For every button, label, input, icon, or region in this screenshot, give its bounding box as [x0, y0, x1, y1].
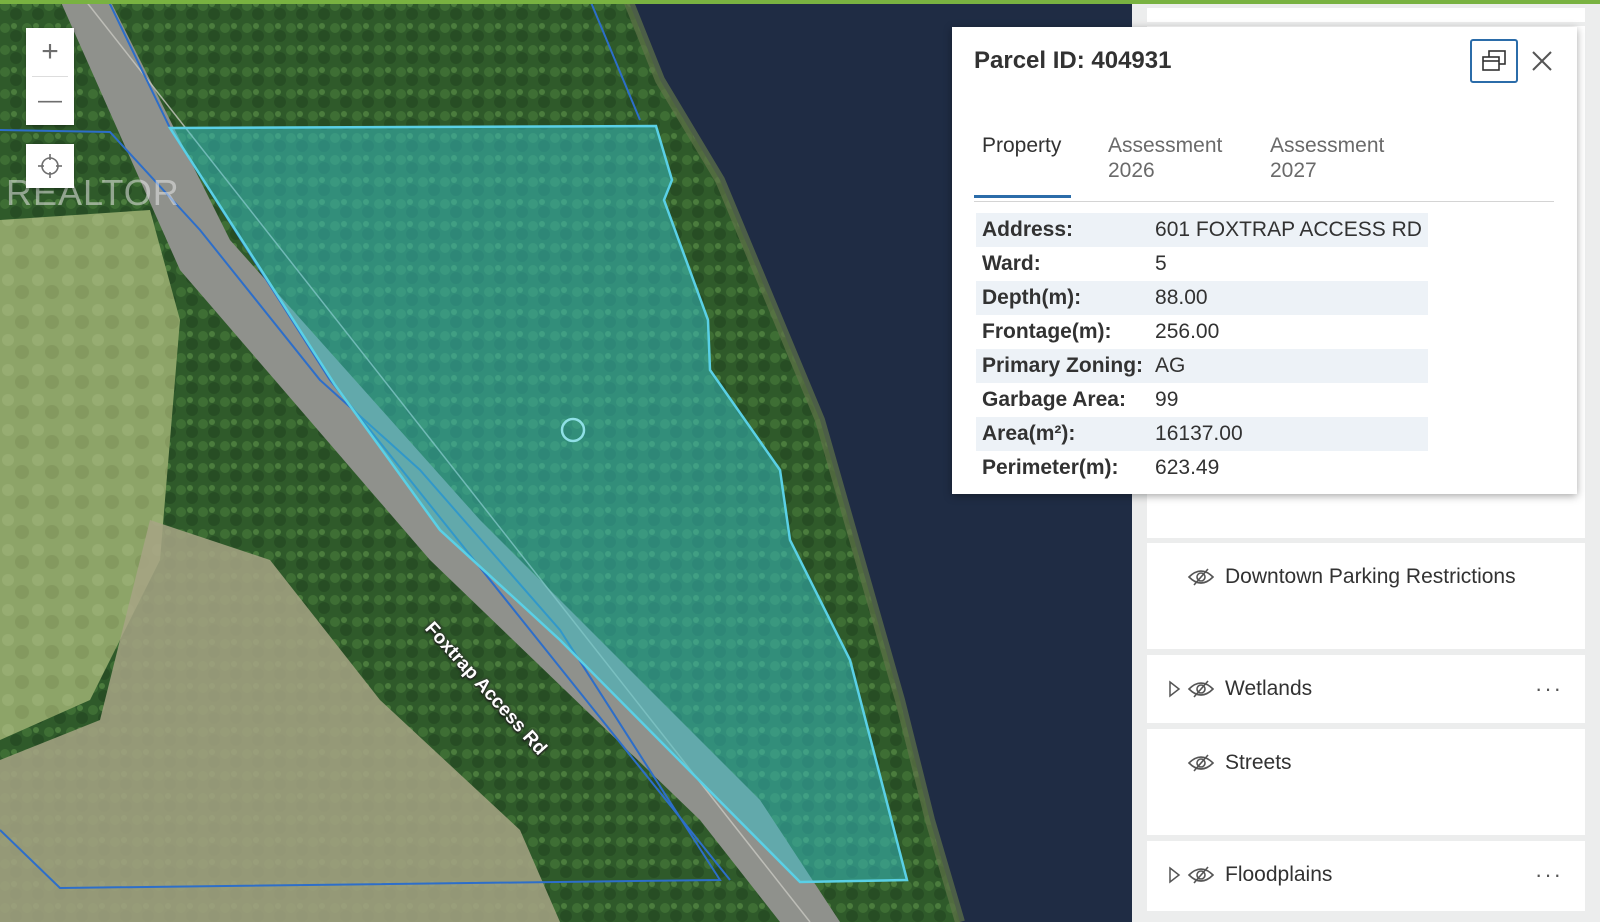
- zoom-controls: + —: [26, 28, 74, 125]
- attribute-label: Depth(m):: [976, 281, 1150, 315]
- tab-label-year: 2027: [1270, 159, 1317, 182]
- eye-icon[interactable]: [1187, 567, 1215, 587]
- crosshair-icon: [38, 154, 62, 178]
- attribute-value: 99: [1155, 388, 1179, 411]
- attribute-row: Ward: 5: [976, 247, 1428, 281]
- attribute-value: 5: [1155, 252, 1167, 275]
- layer-name: Floodplains: [1225, 863, 1333, 886]
- caret-right-icon[interactable]: [1167, 866, 1181, 884]
- layer-card-top: [1147, 8, 1585, 22]
- caret-right-icon[interactable]: [1167, 680, 1181, 698]
- active-tab-indicator: [974, 195, 1071, 198]
- eye-icon[interactable]: [1187, 753, 1215, 773]
- attribute-label: Area(m²):: [976, 417, 1150, 451]
- eye-icon[interactable]: [1187, 865, 1215, 885]
- zoom-in-button[interactable]: +: [26, 28, 74, 76]
- attribute-row: Address: 601 FOXTRAP ACCESS RD: [976, 213, 1428, 247]
- layer-options-button[interactable]: ···: [1535, 676, 1563, 702]
- attribute-value: 256.00: [1155, 320, 1220, 343]
- attribute-label: Frontage(m):: [982, 320, 1112, 343]
- attribute-row: Garbage Area: 99: [976, 383, 1428, 417]
- layer-item-wetlands[interactable]: Wetlands ···: [1147, 655, 1585, 723]
- dock-icon: [1482, 50, 1506, 71]
- attribute-label: Primary Zoning:: [976, 349, 1150, 383]
- attribute-row: Depth(m): 88.00: [976, 281, 1428, 315]
- attribute-table: Address: 601 FOXTRAP ACCESS RD Ward: 5 Depth…: [976, 213, 1428, 485]
- tab-assessment-2027[interactable]: Assessment 2027: [1270, 133, 1384, 183]
- attribute-value: 16137.00: [1149, 417, 1428, 451]
- tab-assessment-2026[interactable]: Assessment 2026: [1108, 133, 1222, 183]
- layer-name: Streets: [1225, 751, 1292, 774]
- attribute-label: Perimeter(m):: [982, 456, 1119, 479]
- locate-button[interactable]: [26, 144, 74, 188]
- zoom-out-button[interactable]: —: [26, 77, 74, 125]
- top-accent-bar: [0, 0, 1600, 4]
- parcel-popup: Parcel ID: 404931 Property Assessment 20…: [952, 27, 1577, 494]
- tab-label: Assessment: [1108, 134, 1223, 157]
- attribute-row: Area(m²): 16137.00: [976, 417, 1428, 451]
- layer-item-downtown-parking[interactable]: Downtown Parking Restrictions: [1147, 543, 1585, 649]
- layer-item-streets[interactable]: Streets: [1147, 729, 1585, 835]
- tab-property[interactable]: Property: [982, 133, 1061, 158]
- attribute-value: 623.49: [1155, 456, 1220, 479]
- layer-item-floodplains[interactable]: Floodplains ···: [1147, 841, 1585, 911]
- dock-button[interactable]: [1470, 39, 1518, 83]
- attribute-label: Address:: [976, 213, 1150, 247]
- layer-options-button[interactable]: ···: [1535, 862, 1563, 888]
- eye-icon[interactable]: [1187, 679, 1215, 699]
- layer-name: Downtown Parking Restrictions: [1225, 565, 1516, 588]
- popup-title: Parcel ID: 404931: [974, 47, 1172, 74]
- attribute-value: 601 FOXTRAP ACCESS RD: [1149, 213, 1428, 247]
- popup-tabs: Property Assessment 2026 Assessment 2027: [974, 103, 1554, 202]
- tab-label-year: 2026: [1108, 159, 1155, 182]
- attribute-row: Perimeter(m): 623.49: [976, 451, 1428, 485]
- tab-label: Property: [982, 134, 1062, 157]
- attribute-row: Frontage(m): 256.00: [976, 315, 1428, 349]
- attribute-label: Ward:: [982, 252, 1041, 275]
- close-button[interactable]: [1526, 45, 1558, 77]
- attribute-label: Garbage Area:: [982, 388, 1126, 411]
- layer-name: Wetlands: [1225, 677, 1313, 700]
- attribute-value: AG: [1149, 349, 1428, 383]
- attribute-row: Primary Zoning: AG: [976, 349, 1428, 383]
- attribute-value: 88.00: [1149, 281, 1428, 315]
- tab-label: Assessment: [1270, 134, 1385, 157]
- close-icon: [1532, 51, 1552, 71]
